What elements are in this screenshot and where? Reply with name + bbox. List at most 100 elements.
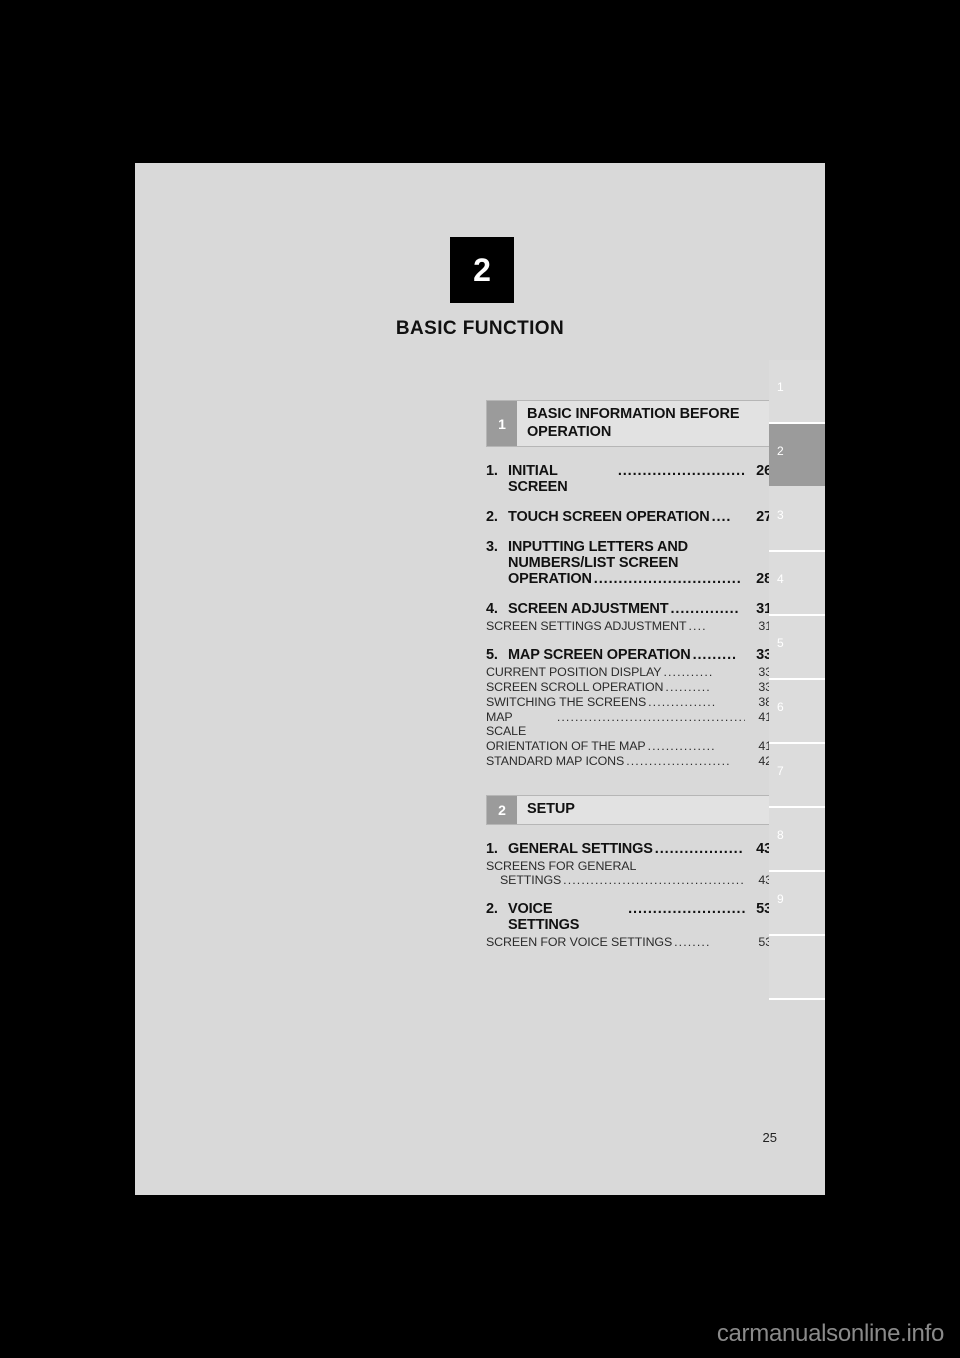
- toc-leader-dots: ........................................…: [563, 873, 745, 888]
- toc-leader-dots: ...............: [648, 695, 717, 710]
- toc-entry-body: SCREEN ADJUSTMENT.............. 31: [508, 601, 772, 617]
- toc-entry[interactable]: SCREEN FOR VOICE SETTINGS........ 53: [486, 935, 772, 949]
- chapter-tab-label: 4: [777, 572, 784, 586]
- chapter-tab-10[interactable]: [769, 936, 825, 1000]
- toc-leader-dots: ....: [711, 509, 732, 526]
- toc-leader-dots: ..............: [670, 601, 740, 618]
- toc-entry-text: ORIENTATION OF THE MAP: [486, 739, 646, 754]
- page-number: 25: [762, 1130, 777, 1145]
- toc-entry-text: SCREEN FOR VOICE SETTINGS: [486, 935, 673, 950]
- toc-entry[interactable]: 2. TOUCH SCREEN OPERATION.... 27: [486, 509, 772, 525]
- chapter-tab-3[interactable]: 3: [769, 488, 825, 552]
- toc-leader-dots: ..............................: [593, 571, 742, 588]
- toc-entry-text: CURRENT POSITION DISPLAY: [486, 665, 662, 680]
- toc-entry[interactable]: 4. SCREEN ADJUSTMENT.............. 31: [486, 601, 772, 617]
- toc-entry-body: SCREEN SCROLL OPERATION.......... 33: [486, 680, 772, 694]
- chapter-number-badge: 2: [450, 237, 514, 303]
- toc-entry[interactable]: 3. INPUTTING LETTERS AND NUMBERS/LIST SCRE…: [486, 539, 772, 587]
- chapter-tab-8[interactable]: 8: [769, 808, 825, 872]
- toc-entry-body: INITIAL SCREEN..........................…: [508, 463, 772, 495]
- toc-entry[interactable]: 2. VOICE SETTINGS........................…: [486, 901, 772, 933]
- toc-leader-dots: ....: [688, 619, 707, 634]
- toc-leader-dots: ..................: [654, 841, 744, 858]
- toc-entry-body: MAP SCREEN OPERATION......... 33: [508, 647, 772, 663]
- chapter-tab-label: 6: [777, 700, 784, 714]
- toc-section-label: SETUP: [527, 801, 575, 818]
- toc-entry-text: INPUTTING LETTERS AND: [508, 539, 688, 556]
- toc-entry[interactable]: 1. INITIAL SCREEN........................…: [486, 463, 772, 495]
- toc-entry-text: SETTINGS: [500, 873, 562, 888]
- toc-entry[interactable]: STANDARD MAP ICONS......................…: [486, 754, 772, 768]
- toc-entry-line: 3. INPUTTING LETTERS AND: [486, 539, 772, 555]
- toc-leader-dots: .........: [692, 647, 737, 664]
- toc-entry[interactable]: SCREEN SCROLL OPERATION.......... 33: [486, 680, 772, 694]
- toc-entry-text: SCREEN ADJUSTMENT: [508, 601, 669, 618]
- toc-entry[interactable]: SCREEN SETTINGS ADJUSTMENT.... 31: [486, 619, 772, 633]
- toc-entry-index: 5.: [486, 647, 498, 664]
- toc-entry-line: OPERATION.............................. 2…: [486, 571, 772, 587]
- toc-entry[interactable]: SWITCHING THE SCREENS............... 38: [486, 695, 772, 709]
- toc-entry-line: NUMBERS/LIST SCREEN: [486, 555, 772, 571]
- chapter-tab-label: 9: [777, 892, 784, 906]
- toc-entry[interactable]: CURRENT POSITION DISPLAY........... 33: [486, 665, 772, 679]
- toc-leader-dots: .......................: [626, 754, 731, 769]
- toc-section-header: 1 BASIC INFORMATION BEFORE OPERATION: [486, 400, 772, 448]
- toc-entry-body: STANDARD MAP ICONS......................…: [486, 754, 772, 768]
- toc-entry-text: INITIAL SCREEN: [508, 463, 568, 496]
- chapter-tab-2[interactable]: 2: [769, 424, 825, 488]
- toc-entry-text: SCREEN SCROLL OPERATION: [486, 680, 664, 695]
- toc-entry[interactable]: MAP SCALE...............................…: [486, 710, 772, 738]
- toc-entry-text: VOICE SETTINGS: [508, 901, 580, 934]
- toc-section-number: 2: [487, 796, 517, 825]
- toc-entry-text: TOUCH SCREEN OPERATION: [508, 509, 710, 526]
- toc-leader-dots: ........................: [628, 901, 745, 918]
- chapter-tab-6[interactable]: 6: [769, 680, 825, 744]
- chapter-tab-7[interactable]: 7: [769, 744, 825, 808]
- chapter-tab-strip: 1 2 3 4 5 6 7 8 9: [769, 360, 825, 1000]
- toc-entry-text: NUMBERS/LIST SCREEN: [508, 555, 679, 572]
- toc-entry-body: VOICE SETTINGS........................ 53: [508, 901, 772, 933]
- toc-entry-body: ORIENTATION OF THE MAP............... 41: [486, 739, 772, 753]
- toc-entry-text: MAP SCALE: [486, 710, 527, 739]
- toc-section-number: 1: [487, 401, 517, 447]
- chapter-tab-5[interactable]: 5: [769, 616, 825, 680]
- toc-entry[interactable]: 1. GENERAL SETTINGS.................. 43: [486, 841, 772, 857]
- toc-entry[interactable]: SCREENS FOR GENERAL SETTINGS.............…: [486, 859, 772, 887]
- toc-entry[interactable]: ORIENTATION OF THE MAP............... 41: [486, 739, 772, 753]
- chapter-tab-label: 5: [777, 636, 784, 650]
- toc-leader-dots: ...............: [647, 739, 716, 754]
- toc-entry-body: GENERAL SETTINGS.................. 43: [508, 841, 772, 857]
- toc-section-label: BASIC INFORMATION BEFORE OPERATION: [527, 406, 740, 440]
- toc-entry-line: SCREENS FOR GENERAL: [486, 859, 772, 873]
- toc-entry-line: SETTINGS................................…: [486, 873, 772, 887]
- toc-entry-body: SWITCHING THE SCREENS............... 38: [486, 695, 772, 709]
- toc-entry-body: MAP SCALE...............................…: [486, 710, 772, 738]
- chapter-tab-label: 2: [777, 444, 784, 458]
- toc-entry-text: SWITCHING THE SCREENS: [486, 695, 647, 710]
- chapter-tab-label: 3: [777, 508, 784, 522]
- page-title: BASIC FUNCTION: [395, 318, 565, 339]
- toc-entry-index: 4.: [486, 601, 498, 618]
- toc-entry-index: 1.: [486, 463, 498, 480]
- toc-entry-index: 3.: [486, 539, 498, 556]
- toc-leader-dots: ........: [674, 935, 711, 950]
- toc-entry-text: STANDARD MAP ICONS: [486, 754, 625, 769]
- watermark-text: carmanualsonline.info: [716, 1320, 944, 1347]
- toc-entry-text: MAP SCREEN OPERATION: [508, 647, 691, 664]
- toc-entry-body: SCREEN FOR VOICE SETTINGS........ 53: [486, 935, 772, 949]
- manual-page: 2 BASIC FUNCTION 1 BASIC INFORMATION BEFO…: [135, 163, 825, 1195]
- chapter-tab-label: 8: [777, 828, 784, 842]
- toc-entry-index: 2.: [486, 901, 498, 918]
- toc-entry-body: TOUCH SCREEN OPERATION.... 27: [508, 509, 772, 525]
- chapter-tab-4[interactable]: 4: [769, 552, 825, 616]
- toc-entry[interactable]: 5. MAP SCREEN OPERATION......... 33: [486, 647, 772, 663]
- chapter-tab-9[interactable]: 9: [769, 872, 825, 936]
- toc-entry-index: 1.: [486, 841, 498, 858]
- toc-leader-dots: ...........................: [617, 463, 745, 480]
- toc-entry-index: 2.: [486, 509, 498, 526]
- toc-entry-body: SCREEN SETTINGS ADJUSTMENT.... 31: [486, 619, 772, 633]
- toc-entry-text: GENERAL SETTINGS: [508, 841, 653, 858]
- toc-entry-body: CURRENT POSITION DISPLAY........... 33: [486, 665, 772, 679]
- chapter-tab-1[interactable]: 1: [769, 360, 825, 424]
